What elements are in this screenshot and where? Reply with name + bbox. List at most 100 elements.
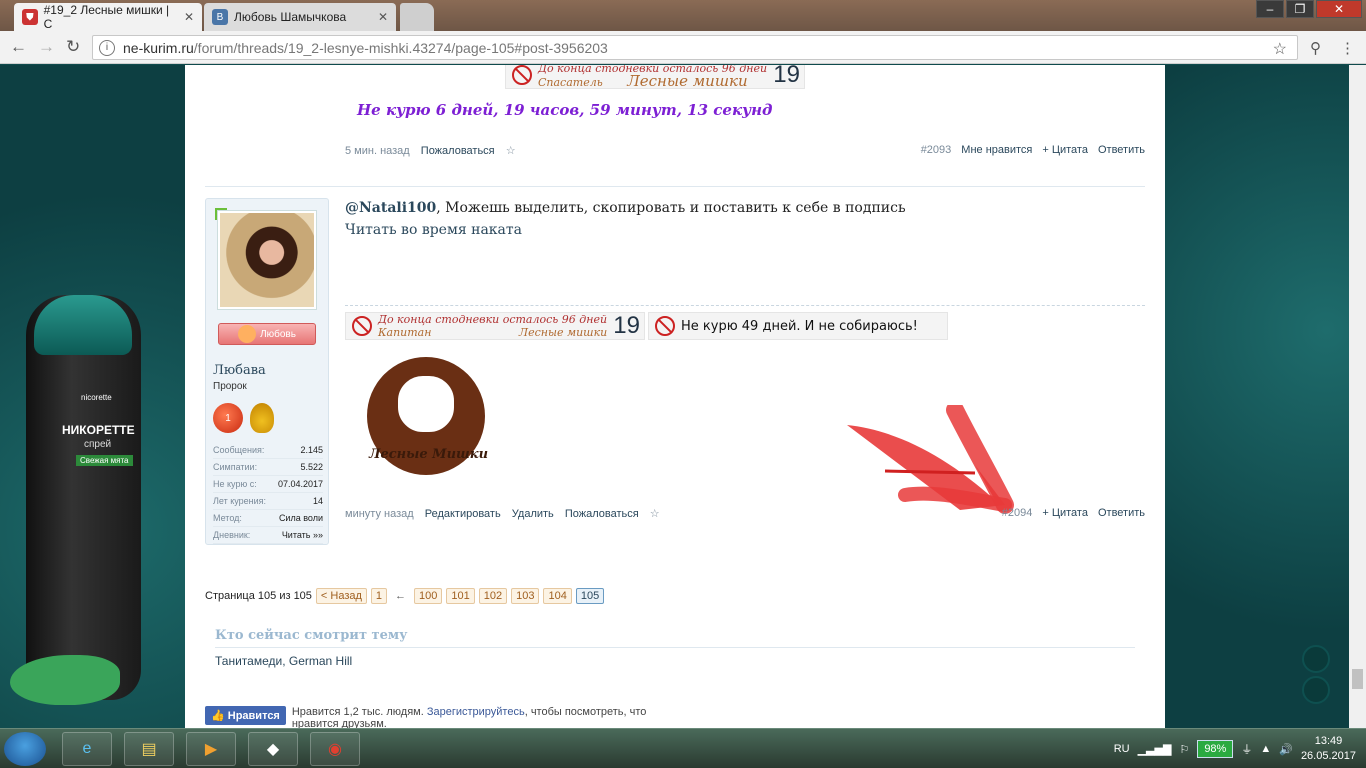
post-number[interactable]: #2094 xyxy=(1002,507,1033,519)
bookmark-star-icon[interactable]: ☆ xyxy=(1273,39,1287,59)
explorer-icon[interactable]: ▤ xyxy=(124,732,174,766)
facebook-like-widget: 👍 Нравится Нравится 1,2 тыс. людям. Заре… xyxy=(205,706,665,728)
prev-post-time[interactable]: 5 мин. назад xyxy=(345,145,410,157)
post-meta: минуту назад Редактировать Удалить Пожал… xyxy=(345,507,660,520)
mention-link[interactable]: @Natali100 xyxy=(345,200,436,216)
plug-icon[interactable]: ⏚ xyxy=(1241,741,1252,757)
tab-forum[interactable]: ⛊ #19_2 Лесные мишки | С ✕ xyxy=(14,3,202,31)
sig-number: 19 xyxy=(613,312,640,339)
fb-register-link[interactable]: Зарегистрируйтесь xyxy=(427,706,525,718)
diary-link[interactable]: Читать »» xyxy=(282,530,323,540)
quote-link[interactable]: + Цитата xyxy=(1042,507,1088,519)
trophy-medal-icon[interactable] xyxy=(250,403,274,433)
clock-time: 13:49 xyxy=(1314,735,1343,747)
media-player-icon[interactable]: ▶ xyxy=(186,732,236,766)
forward-icon[interactable]: → xyxy=(38,37,55,57)
minimize-button[interactable]: – xyxy=(1256,0,1284,18)
prev-sig-number: 19 xyxy=(773,65,800,88)
page-button[interactable]: 103 xyxy=(511,588,540,604)
avatar[interactable] xyxy=(217,210,317,310)
app-icon[interactable]: ◆ xyxy=(248,732,298,766)
tab-vk[interactable]: В Любовь Шамычкова ✕ xyxy=(204,3,396,31)
current-page-button[interactable]: 105 xyxy=(575,588,605,604)
scroll-up-circle-button[interactable] xyxy=(1302,645,1330,673)
ad-brand: НИКОРЕТТЕ xyxy=(62,423,135,437)
page-button[interactable]: 1 xyxy=(370,588,388,604)
username-link[interactable]: Любава xyxy=(213,363,266,378)
reply-link[interactable]: Ответить xyxy=(1098,507,1145,519)
delete-link[interactable]: Удалить xyxy=(512,508,554,520)
address-input[interactable]: i ne-kurim.ru/forum/threads/19_2-lesnye-… xyxy=(92,35,1298,60)
mint-leaf-image xyxy=(10,655,120,705)
viewers-list[interactable]: Танитамеди, German Hill xyxy=(215,654,352,668)
reply-link[interactable]: Ответить xyxy=(1098,144,1145,156)
edit-link[interactable]: Редактировать xyxy=(425,508,501,520)
close-window-button[interactable]: ✕ xyxy=(1316,0,1362,18)
signature-quit-bar[interactable]: Не курю 49 дней. И не собираюсь! xyxy=(648,312,948,340)
fb-text: Нравится 1,2 тыс. людям. Зарегистрируйте… xyxy=(292,706,665,728)
post-number[interactable]: #2093 xyxy=(921,144,952,156)
scrollbar-thumb[interactable] xyxy=(1352,669,1363,689)
stat-row: Дневник: Читать »» xyxy=(213,527,323,544)
new-tab-button[interactable] xyxy=(400,3,434,31)
quote-link[interactable]: + Цитата xyxy=(1042,144,1088,156)
stat-label: Сообщения: xyxy=(213,445,265,455)
ie-icon[interactable]: e xyxy=(62,732,112,766)
language-indicator[interactable]: RU xyxy=(1114,743,1130,755)
post-time[interactable]: минуту назад xyxy=(345,508,414,520)
menu-icon[interactable]: ⋮ xyxy=(1340,39,1355,57)
chrome-icon[interactable]: ◉ xyxy=(310,732,360,766)
close-icon[interactable]: ✕ xyxy=(184,10,194,24)
sig-quit-text: Не курю 49 дней. И не собираюсь! xyxy=(681,318,918,334)
battery-indicator[interactable]: 98% xyxy=(1197,740,1234,758)
viewers-heading: Кто сейчас смотрит тему xyxy=(215,628,408,643)
page-button[interactable]: 102 xyxy=(478,588,508,604)
like-link[interactable]: Мне нравится xyxy=(961,144,1032,156)
report-link[interactable]: Пожаловаться xyxy=(421,145,495,157)
page-button[interactable]: 104 xyxy=(543,588,572,604)
sig-line1: До конца стодневки осталось 96 дней xyxy=(378,313,608,326)
stat-label: Симпатии: xyxy=(213,462,258,472)
star-icon[interactable]: ☆ xyxy=(650,508,660,520)
spray-cap xyxy=(34,295,132,355)
volume-icon[interactable]: 🔊 xyxy=(1279,743,1293,756)
info-icon[interactable]: i xyxy=(99,39,115,56)
prev-page-button[interactable]: < Назад xyxy=(315,588,367,604)
post-actions: #2094 + Цитата Ответить xyxy=(1002,507,1145,519)
back-icon[interactable]: ← xyxy=(10,37,27,57)
reload-icon[interactable]: ↻ xyxy=(66,37,80,57)
prev-signature-bar: До конца стодневки осталось 96 дней Спас… xyxy=(505,65,805,89)
star-icon[interactable]: ☆ xyxy=(506,145,516,157)
report-link[interactable]: Пожаловаться xyxy=(565,508,639,520)
user-title: Пророк xyxy=(213,381,247,392)
stat-row: Симпатии: 5.522 xyxy=(213,459,323,476)
ad-background-right[interactable] xyxy=(1165,65,1366,728)
signature-counter-bar[interactable]: До конца стодневки осталось 96 дней Капи… xyxy=(345,312,645,340)
scroll-down-circle-button[interactable] xyxy=(1302,676,1330,704)
forest-bears-logo[interactable]: 19_2 Лесные Мишки xyxy=(345,347,505,492)
nicorette-spray-image[interactable]: nicorette НИКОРЕТТЕ спрей Свежая мята xyxy=(26,295,141,700)
tray-expand-icon[interactable]: ▲ xyxy=(1260,743,1271,755)
page-scrollbar[interactable] xyxy=(1349,65,1366,728)
close-icon[interactable]: ✕ xyxy=(378,10,388,24)
clock[interactable]: 13:49 26.05.2017 xyxy=(1301,734,1356,764)
page-button[interactable]: 100 xyxy=(414,588,443,604)
skip-arrow[interactable]: ← xyxy=(395,590,406,602)
start-button[interactable] xyxy=(4,732,46,766)
network-icon[interactable]: ⚐ xyxy=(1179,743,1189,756)
maximize-button[interactable]: ❐ xyxy=(1286,0,1314,18)
url-host: ne-kurim.ru xyxy=(123,39,194,56)
stat-value: Сила воли xyxy=(278,513,323,523)
page-button[interactable]: 101 xyxy=(446,588,475,604)
signal-icon[interactable]: ▁▃▅▇ xyxy=(1138,743,1172,756)
pagination: Страница 105 из 105 < Назад 1 ← 100 101 … xyxy=(205,588,605,604)
trophy-tomato-icon[interactable]: 1 xyxy=(213,403,243,433)
read-link[interactable]: Читать во время наката xyxy=(345,222,522,238)
no-smoking-icon xyxy=(352,316,372,336)
clock-date: 26.05.2017 xyxy=(1300,750,1356,762)
extension-icon[interactable]: ⚲ xyxy=(1310,39,1321,57)
user-info-panel: Любовь Любава Пророк 1 Сообщения: 2.145 С… xyxy=(205,198,329,545)
facebook-like-button[interactable]: 👍 Нравится xyxy=(205,706,286,725)
stat-row: Метод: Сила воли xyxy=(213,510,323,527)
window-controls: – ❐ ✕ xyxy=(1256,0,1362,18)
